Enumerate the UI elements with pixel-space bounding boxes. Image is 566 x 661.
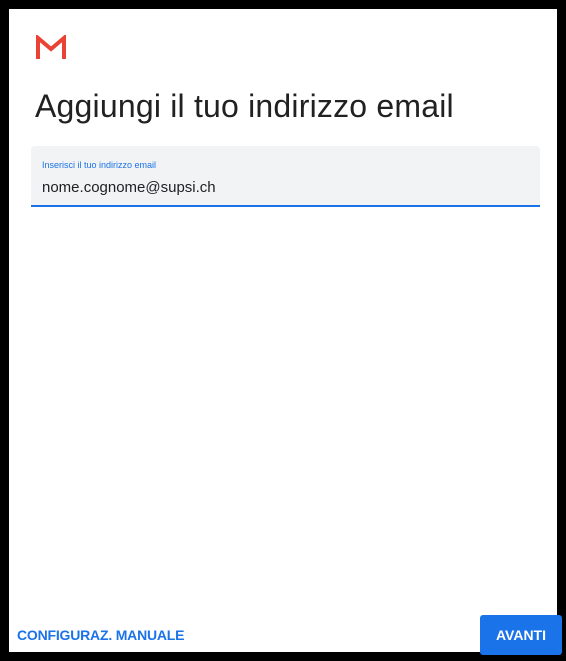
next-button[interactable]: AVANTI [480, 615, 562, 655]
gmail-logo-icon [35, 33, 67, 61]
email-field-label: Inserisci il tuo indirizzo email [42, 160, 157, 170]
setup-screen: Aggiungi il tuo indirizzo email Inserisc… [0, 0, 566, 661]
manual-setup-button[interactable]: CONFIGURAZ. MANUALE [17, 623, 184, 647]
email-input[interactable] [42, 176, 522, 198]
page-title: Aggiungi il tuo indirizzo email [35, 88, 454, 124]
email-field[interactable]: Inserisci il tuo indirizzo email [31, 146, 540, 207]
